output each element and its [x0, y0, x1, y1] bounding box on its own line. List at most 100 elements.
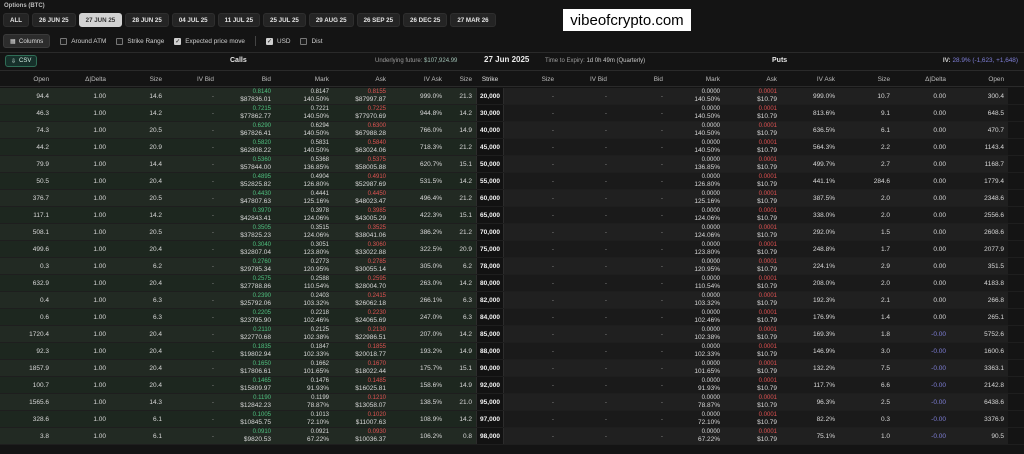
- c-bid-cell[interactable]: 0.1005 $10845.75: [218, 411, 275, 427]
- c-mark-cell[interactable]: 0.1847 102.33%: [275, 343, 333, 359]
- c-bid-cell[interactable]: 0.2110 $22770.68: [218, 326, 275, 342]
- table-row[interactable]: 1720.4 1.00 20.4-0.2110 $22770.68 0.2125 102.…: [0, 326, 1024, 343]
- c-mark-cell[interactable]: 0.7221 140.50%: [275, 105, 333, 121]
- p-mark-cell[interactable]: 0.0000 140.50%: [667, 105, 724, 121]
- column-header[interactable]: IV Bid: [166, 71, 218, 88]
- c-ivbid-cell[interactable]: -: [166, 394, 218, 410]
- p-ivask-cell[interactable]: 292.0%: [781, 224, 839, 240]
- p-ask-cell[interactable]: 0.0001 $10.79: [724, 122, 781, 138]
- c-bid-cell[interactable]: 0.2575 $27788.86: [218, 275, 275, 291]
- columns-button[interactable]: ▦ Columns: [3, 34, 51, 48]
- p-ivask-cell[interactable]: 192.3%: [781, 292, 839, 308]
- p-mark-cell[interactable]: 0.0000 67.22%: [667, 428, 724, 444]
- c-ask-cell[interactable]: 0.1670 $18022.44: [333, 360, 390, 376]
- c-ivbid-cell[interactable]: -: [166, 377, 218, 393]
- c-ask-cell[interactable]: 0.2415 $26062.18: [333, 292, 390, 308]
- p-ivask-cell[interactable]: 441.1%: [781, 173, 839, 189]
- expiry-tab[interactable]: 26 DEC 25: [403, 13, 448, 27]
- c-ivbid-cell[interactable]: -: [166, 428, 218, 444]
- c-bid-cell[interactable]: 0.3505 $37825.23: [218, 224, 275, 240]
- expiry-tab[interactable]: ALL: [3, 13, 30, 27]
- p-ivask-cell[interactable]: 169.3%: [781, 326, 839, 342]
- p-mark-cell[interactable]: 0.0000 140.50%: [667, 88, 724, 104]
- p-ivbid-cell[interactable]: -: [558, 224, 611, 240]
- strike-range-checkbox[interactable]: Strike Range: [116, 37, 164, 45]
- c-ivbid-cell[interactable]: -: [166, 309, 218, 325]
- usd-checkbox[interactable]: ✓ USD: [265, 37, 290, 45]
- c-ivask-cell[interactable]: 263.0%: [390, 275, 446, 291]
- p-ask-cell[interactable]: 0.0001 $10.79: [724, 88, 781, 104]
- c-ivbid-cell[interactable]: -: [166, 173, 218, 189]
- p-bid-cell[interactable]: -: [611, 343, 667, 359]
- c-ask-cell[interactable]: 0.4450 $48023.47: [333, 190, 390, 206]
- p-ivbid-cell[interactable]: -: [558, 394, 611, 410]
- c-ask-cell[interactable]: 0.7225 $77970.69: [333, 105, 390, 121]
- p-mark-cell[interactable]: 0.0000 102.33%: [667, 343, 724, 359]
- c-mark-cell[interactable]: 0.4904 126.80%: [275, 173, 333, 189]
- c-mark-cell[interactable]: 0.3978 124.06%: [275, 207, 333, 223]
- expiry-tab[interactable]: 28 JUN 25: [125, 13, 169, 27]
- p-ivask-cell[interactable]: 248.8%: [781, 241, 839, 257]
- c-ivbid-cell[interactable]: -: [166, 105, 218, 121]
- expiry-tab[interactable]: 26 SEP 25: [356, 13, 401, 27]
- p-ask-cell[interactable]: 0.0001 $10.79: [724, 343, 781, 359]
- column-header[interactable]: Bid: [611, 71, 667, 88]
- c-ask-cell[interactable]: 0.6300 $67988.28: [333, 122, 390, 138]
- p-ivbid-cell[interactable]: -: [558, 309, 611, 325]
- p-bid-cell[interactable]: -: [611, 411, 667, 427]
- p-mark-cell[interactable]: 0.0000 72.10%: [667, 411, 724, 427]
- table-row[interactable]: 376.7 1.00 20.5-0.4430 $47807.63 0.4441 125.1…: [0, 190, 1024, 207]
- p-bid-cell[interactable]: -: [611, 156, 667, 172]
- p-bid-cell[interactable]: -: [611, 394, 667, 410]
- c-ask-cell[interactable]: 0.2785 $30055.14: [333, 258, 390, 274]
- p-mark-cell[interactable]: 0.0000 125.16%: [667, 190, 724, 206]
- table-row[interactable]: 46.3 1.00 14.2-0.7215 $77862.77 0.7221 140.50…: [0, 105, 1024, 122]
- c-bid-cell[interactable]: 0.0910 $9820.53: [218, 428, 275, 444]
- p-ivbid-cell[interactable]: -: [558, 156, 611, 172]
- p-bid-cell[interactable]: -: [611, 122, 667, 138]
- c-mark-cell[interactable]: 0.3515 124.06%: [275, 224, 333, 240]
- c-ivask-cell[interactable]: 620.7%: [390, 156, 446, 172]
- c-ivbid-cell[interactable]: -: [166, 275, 218, 291]
- p-bid-cell[interactable]: -: [611, 105, 667, 121]
- expiry-tab[interactable]: 04 JUL 25: [171, 13, 215, 27]
- p-ivbid-cell[interactable]: -: [558, 411, 611, 427]
- expiry-tab[interactable]: 27 JUN 25: [78, 13, 123, 27]
- p-bid-cell[interactable]: -: [611, 360, 667, 376]
- p-ivbid-cell[interactable]: -: [558, 207, 611, 223]
- c-ask-cell[interactable]: 0.2130 $22986.51: [333, 326, 390, 342]
- p-ivbid-cell[interactable]: -: [558, 173, 611, 189]
- p-bid-cell[interactable]: -: [611, 309, 667, 325]
- c-ask-cell[interactable]: 0.3060 $33022.88: [333, 241, 390, 257]
- c-ask-cell[interactable]: 0.0930 $10036.37: [333, 428, 390, 444]
- p-ask-cell[interactable]: 0.0001 $10.79: [724, 207, 781, 223]
- column-header[interactable]: Strike: [476, 71, 504, 88]
- p-mark-cell[interactable]: 0.0000 124.06%: [667, 224, 724, 240]
- table-row[interactable]: 100.7 1.00 20.4-0.1465 $15809.97 0.1476 91.93…: [0, 377, 1024, 394]
- c-ivask-cell[interactable]: 266.1%: [390, 292, 446, 308]
- p-ask-cell[interactable]: 0.0001 $10.79: [724, 258, 781, 274]
- table-row[interactable]: 50.5 1.00 20.4-0.4895 $52825.82 0.4904 126.80…: [0, 173, 1024, 190]
- p-bid-cell[interactable]: -: [611, 224, 667, 240]
- p-ivask-cell[interactable]: 146.9%: [781, 343, 839, 359]
- c-ivbid-cell[interactable]: -: [166, 224, 218, 240]
- c-mark-cell[interactable]: 0.0921 67.22%: [275, 428, 333, 444]
- table-row[interactable]: 1857.9 1.00 20.4-0.1650 $17806.61 0.1662 101.…: [0, 360, 1024, 377]
- p-bid-cell[interactable]: -: [611, 190, 667, 206]
- column-header[interactable]: Size: [839, 71, 894, 88]
- c-ask-cell[interactable]: 0.4910 $52987.69: [333, 173, 390, 189]
- table-row[interactable]: 117.1 1.00 14.2-0.3970 $42843.41 0.3978 124.0…: [0, 207, 1024, 224]
- p-bid-cell[interactable]: -: [611, 88, 667, 104]
- column-header[interactable]: Open: [950, 71, 1008, 88]
- c-ivbid-cell[interactable]: -: [166, 190, 218, 206]
- column-header[interactable]: Mark: [667, 71, 724, 88]
- c-ask-cell[interactable]: 0.2230 $24065.69: [333, 309, 390, 325]
- c-ivbid-cell[interactable]: -: [166, 258, 218, 274]
- p-ivbid-cell[interactable]: -: [558, 360, 611, 376]
- c-bid-cell[interactable]: 0.1465 $15809.97: [218, 377, 275, 393]
- c-ask-cell[interactable]: 0.8155 $87997.87: [333, 88, 390, 104]
- p-mark-cell[interactable]: 0.0000 103.32%: [667, 292, 724, 308]
- table-row[interactable]: 3.8 1.00 6.1-0.0910 $9820.53 0.0921 67.22% 0.0…: [0, 428, 1024, 445]
- p-ivask-cell[interactable]: 813.6%: [781, 105, 839, 121]
- c-mark-cell[interactable]: 0.1199 78.87%: [275, 394, 333, 410]
